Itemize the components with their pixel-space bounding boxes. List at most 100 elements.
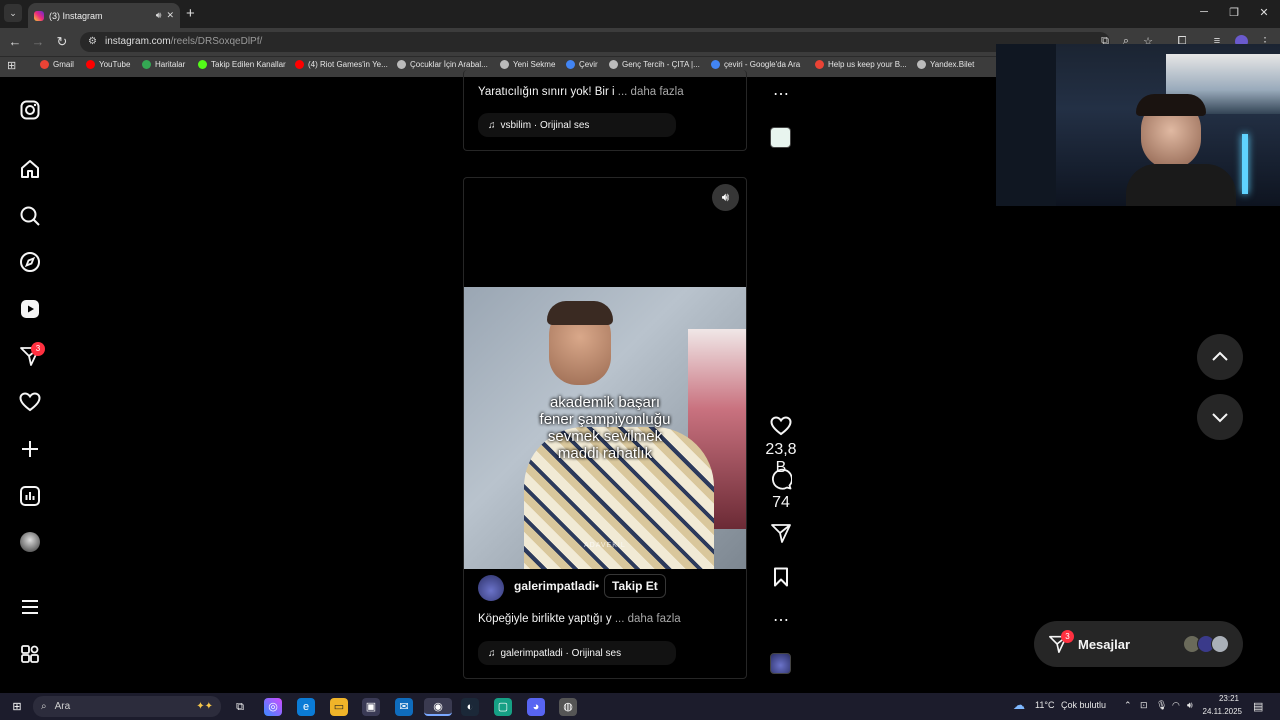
close-tab-icon[interactable]: ✕	[166, 10, 174, 21]
reload-icon[interactable]: ↻	[54, 34, 70, 50]
previous-more-link[interactable]: ... daha fazla	[618, 86, 684, 98]
steam-icon[interactable]: ◐	[461, 698, 479, 716]
speaker-icon[interactable]: 🔊︎	[156, 10, 162, 21]
audio-link[interactable]: ♫ galerimpatladi · Orijinal ses	[478, 641, 676, 665]
create-plus-icon[interactable]	[18, 437, 42, 461]
notification-center-icon[interactable]: ▤	[1253, 700, 1263, 713]
forward-icon[interactable]: →	[30, 34, 46, 49]
app-icon[interactable]: ▢	[494, 698, 512, 716]
close-window-button[interactable]: ✕	[1256, 6, 1272, 19]
bookmark-item[interactable]: Help us keep your B...	[815, 60, 907, 69]
bookmark-item[interactable]: (4) Riot Games'in Ye...	[295, 60, 388, 69]
audio-thumbnail[interactable]	[770, 653, 791, 674]
browser-tab[interactable]: (3) Instagram 🔊︎ ✕	[28, 3, 180, 28]
also-from-meta-icon[interactable]	[18, 642, 42, 666]
url-host: instagram.com	[105, 36, 171, 47]
clock-time[interactable]: 23:21	[1207, 694, 1239, 703]
back-icon[interactable]: ←	[7, 34, 23, 49]
volume-icon[interactable]: 🔊︎	[1187, 700, 1193, 711]
address-bar[interactable]: ⚙ instagram.com/reels/DRSoxqeDlPf/	[80, 32, 1110, 52]
webcam-body	[1126, 164, 1236, 206]
previous-audio-thumbnail[interactable]	[770, 127, 791, 148]
previous-more-options-icon[interactable]: ⋯	[768, 84, 794, 104]
share-icon[interactable]	[770, 522, 792, 544]
store-icon[interactable]: ▣	[362, 698, 380, 716]
heart-icon[interactable]	[770, 415, 792, 437]
weather-desc[interactable]: Çok bulutlu	[1061, 700, 1106, 710]
previous-reel-button[interactable]	[1197, 334, 1243, 380]
next-reel-button[interactable]	[1197, 394, 1243, 440]
author-avatar[interactable]	[478, 575, 504, 601]
webcam-light	[1242, 134, 1248, 194]
minimize-button[interactable]: ─	[1196, 6, 1212, 18]
translate-icon	[566, 60, 575, 69]
bookmark-item[interactable]: Gmail	[40, 60, 74, 69]
previous-audio-label: vsbilim · Orijinal ses	[500, 119, 590, 131]
explore-icon[interactable]	[18, 250, 42, 274]
copilot-icon[interactable]: ◎	[264, 698, 282, 716]
tray-chevron-icon[interactable]: ⌃	[1124, 700, 1132, 711]
wifi-icon[interactable]: ◠	[1172, 700, 1180, 711]
file-explorer-icon[interactable]: ▭	[330, 698, 348, 716]
music-note-icon: ♫	[488, 119, 496, 131]
author-username[interactable]: galerimpatladi	[514, 579, 595, 593]
bookmark-label: çeviri - Google'da Ara	[724, 60, 801, 69]
more-menu-icon[interactable]	[18, 595, 42, 619]
youtube-icon	[295, 60, 304, 69]
more-options-icon[interactable]: ⋯	[768, 610, 794, 630]
bookmark-item[interactable]: Yandex.Bilet	[917, 60, 974, 69]
discord-icon[interactable]: ◕	[527, 698, 545, 716]
webcam-overlay	[996, 44, 1280, 206]
taskbar-search-label: Ara	[54, 701, 71, 712]
instagram-logo-icon[interactable]	[18, 98, 42, 122]
bookmark-item[interactable]: Çevir	[566, 60, 598, 69]
chrome-icon[interactable]: ◉	[424, 698, 452, 716]
bookmark-item[interactable]: Takip Edilen Kanallar	[198, 60, 286, 69]
search-icon[interactable]	[18, 204, 42, 228]
windows-start-icon[interactable]: ⊞	[8, 698, 26, 716]
comment-action[interactable]	[768, 468, 794, 495]
tray-app-icon[interactable]: ⊡	[1140, 700, 1148, 711]
edge-icon[interactable]: e	[297, 698, 315, 716]
messages-button[interactable]: Mesajlar	[1034, 621, 1243, 667]
bookmark-label: Çocuklar İçin Arabal...	[410, 60, 488, 69]
overlay-line: maddi rahatlık	[557, 445, 653, 462]
bookmark-icon[interactable]	[770, 566, 792, 588]
bookmark-item[interactable]: çeviri - Google'da Ara	[711, 60, 800, 69]
reels-icon[interactable]	[18, 297, 42, 321]
bookmark-item[interactable]: Yeni Sekme	[500, 60, 555, 69]
share-action[interactable]	[768, 522, 794, 549]
task-view-icon[interactable]: ⧉	[231, 698, 249, 716]
previous-caption-text: Yaratıcılığın sınırı yok! Bir i	[478, 86, 615, 98]
previous-audio-link[interactable]: ♫ vsbilim · Orijinal ses	[478, 113, 676, 137]
app-icon[interactable]: ◍	[559, 698, 577, 716]
dashboard-icon[interactable]	[18, 484, 42, 508]
notifications-heart-icon[interactable]	[18, 390, 42, 414]
like-action[interactable]	[768, 415, 794, 442]
follow-button[interactable]: Takip Et	[604, 574, 666, 598]
weather-temp[interactable]: 11°C	[1035, 700, 1054, 710]
taskbar-search[interactable]: ⌕ Ara ✦✦	[33, 696, 221, 717]
apps-grid-icon[interactable]: ⊞	[7, 59, 16, 72]
new-tab-button[interactable]: +	[186, 5, 195, 22]
comment-icon[interactable]	[770, 468, 793, 490]
tab-search-button[interactable]: ⌄	[4, 4, 22, 22]
microphone-icon[interactable]: 🎙︎	[1156, 700, 1167, 711]
more-link[interactable]: ... daha fazla	[615, 613, 681, 625]
bookmark-item[interactable]: Haritalar	[142, 60, 185, 69]
profile-avatar-icon[interactable]	[18, 530, 42, 554]
clock-date[interactable]: 24.11.2025	[1198, 707, 1242, 716]
bookmark-item[interactable]: Genç Tercih - ÇITA |...	[609, 60, 700, 69]
weather-icon[interactable]: ☁	[1013, 698, 1025, 712]
bookmark-item[interactable]: YouTube	[86, 60, 130, 69]
bookmark-label: YouTube	[99, 60, 131, 69]
mute-toggle-icon[interactable]: 🔊︎	[712, 184, 739, 211]
home-icon[interactable]	[18, 157, 42, 181]
restore-button[interactable]: ❐	[1226, 6, 1242, 19]
music-note-icon: ♫	[488, 647, 496, 659]
save-action[interactable]	[768, 566, 794, 593]
bookmark-item[interactable]: Çocuklar İçin Arabal...	[397, 60, 488, 69]
mail-icon[interactable]: ✉	[395, 698, 413, 716]
reel-video[interactable]: akademik başarı fener şampiyonluğu sevme…	[464, 287, 746, 569]
site-settings-icon[interactable]: ⚙	[88, 32, 97, 52]
